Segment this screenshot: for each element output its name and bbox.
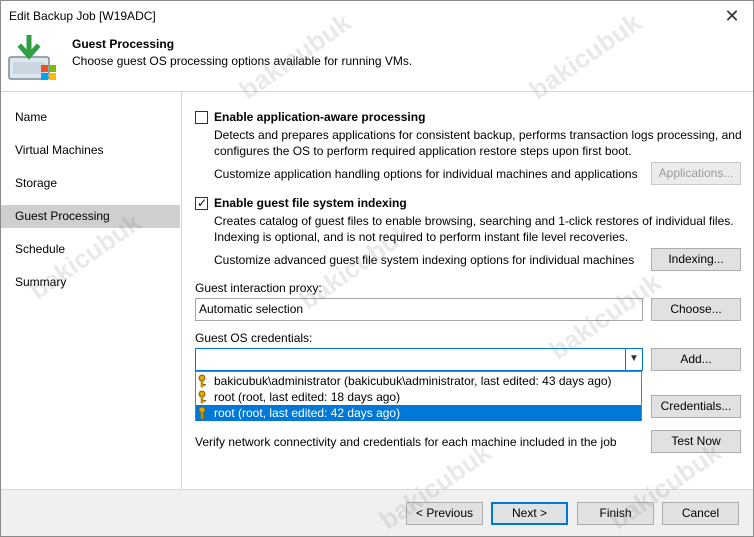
close-icon[interactable]: ✕: [717, 4, 747, 28]
app-aware-description-2: configures the OS to perform required ap…: [214, 144, 632, 158]
credentials-option[interactable]: bakicubuk\administrator (bakicubuk\admin…: [196, 373, 641, 389]
checkmark-icon: ✓: [196, 196, 208, 210]
window-title: Edit Backup Job [W19ADC]: [9, 9, 156, 23]
wizard-header: Guest Processing Choose guest OS process…: [1, 31, 753, 91]
choose-proxy-button[interactable]: Choose...: [651, 298, 741, 321]
sidebar-divider: [181, 92, 182, 489]
credentials-button[interactable]: Credentials...: [651, 395, 741, 418]
app-aware-label: Enable application-aware processing: [214, 110, 426, 124]
test-now-button[interactable]: Test Now: [651, 430, 741, 453]
credentials-option-label: root (root, last edited: 42 days ago): [214, 406, 401, 420]
credentials-dropdown-list: bakicubuk\administrator (bakicubuk\admin…: [195, 371, 642, 421]
app-aware-checkbox[interactable]: [195, 111, 208, 124]
sidebar-item-label: Name: [15, 110, 48, 124]
credentials-option-label: root (root, last edited: 18 days ago): [214, 390, 401, 404]
app-aware-customize-text: Customize application handling options f…: [214, 167, 638, 181]
wizard-steps-sidebar: Name Virtual Machines Storage Guest Proc…: [1, 92, 182, 489]
cancel-button[interactable]: Cancel: [662, 502, 739, 525]
sidebar-item-label: Schedule: [15, 242, 66, 256]
header-title: Guest Processing: [72, 37, 175, 51]
proxy-field[interactable]: Automatic selection: [195, 298, 643, 321]
credentials-option-selected[interactable]: root (root, last edited: 42 days ago): [196, 405, 641, 421]
key-icon: [198, 390, 206, 404]
sidebar-item-schedule[interactable]: Schedule: [1, 238, 180, 261]
credentials-combobox[interactable]: ▼: [195, 348, 643, 371]
sidebar-item-name[interactable]: Name: [1, 106, 180, 129]
credentials-option-label: bakicubuk\administrator (bakicubuk\admin…: [214, 374, 612, 388]
title-bar: Edit Backup Job [W19ADC] ✕: [1, 1, 753, 31]
sidebar-item-label: Storage: [15, 176, 58, 190]
next-button[interactable]: Next >: [491, 502, 568, 525]
credentials-option[interactable]: root (root, last edited: 18 days ago): [196, 389, 641, 405]
add-credentials-button[interactable]: Add...: [651, 348, 741, 371]
header-subtitle: Choose guest OS processing options avail…: [72, 54, 413, 68]
proxy-label: Guest interaction proxy:: [195, 281, 322, 295]
app-aware-description-1: Detects and prepares applications for co…: [214, 128, 742, 142]
chevron-down-icon[interactable]: ▼: [625, 349, 642, 370]
finish-button[interactable]: Finish: [577, 502, 654, 525]
previous-button[interactable]: < Previous: [406, 502, 483, 525]
edit-backup-job-window: Edit Backup Job [W19ADC] ✕ Guest Process…: [0, 0, 754, 537]
indexing-checkbox[interactable]: ✓: [195, 196, 208, 210]
credentials-label: Guest OS credentials:: [195, 331, 313, 345]
indexing-customize-text: Customize advanced guest file system ind…: [214, 253, 635, 267]
sidebar-item-guest-processing[interactable]: Guest Processing: [1, 205, 180, 228]
indexing-description-1: Creates catalog of guest files to enable…: [214, 214, 734, 228]
applications-button[interactable]: Applications...: [651, 162, 741, 185]
sidebar-item-summary[interactable]: Summary: [1, 271, 180, 294]
sidebar-item-storage[interactable]: Storage: [1, 172, 180, 195]
key-icon: [198, 406, 206, 420]
sidebar-item-label: Guest Processing: [15, 209, 110, 223]
guest-processing-icon: [8, 35, 56, 80]
key-icon: [198, 374, 206, 388]
sidebar-item-label: Summary: [15, 275, 67, 289]
proxy-value: Automatic selection: [199, 302, 304, 316]
indexing-description-2: Indexing is optional, and is not require…: [214, 230, 629, 244]
sidebar-item-label: Virtual Machines: [15, 143, 104, 157]
indexing-button[interactable]: Indexing...: [651, 248, 741, 271]
indexing-label: Enable guest file system indexing: [214, 196, 407, 210]
sidebar-item-virtual-machines[interactable]: Virtual Machines: [1, 139, 180, 162]
verify-text: Verify network connectivity and credenti…: [195, 435, 617, 449]
